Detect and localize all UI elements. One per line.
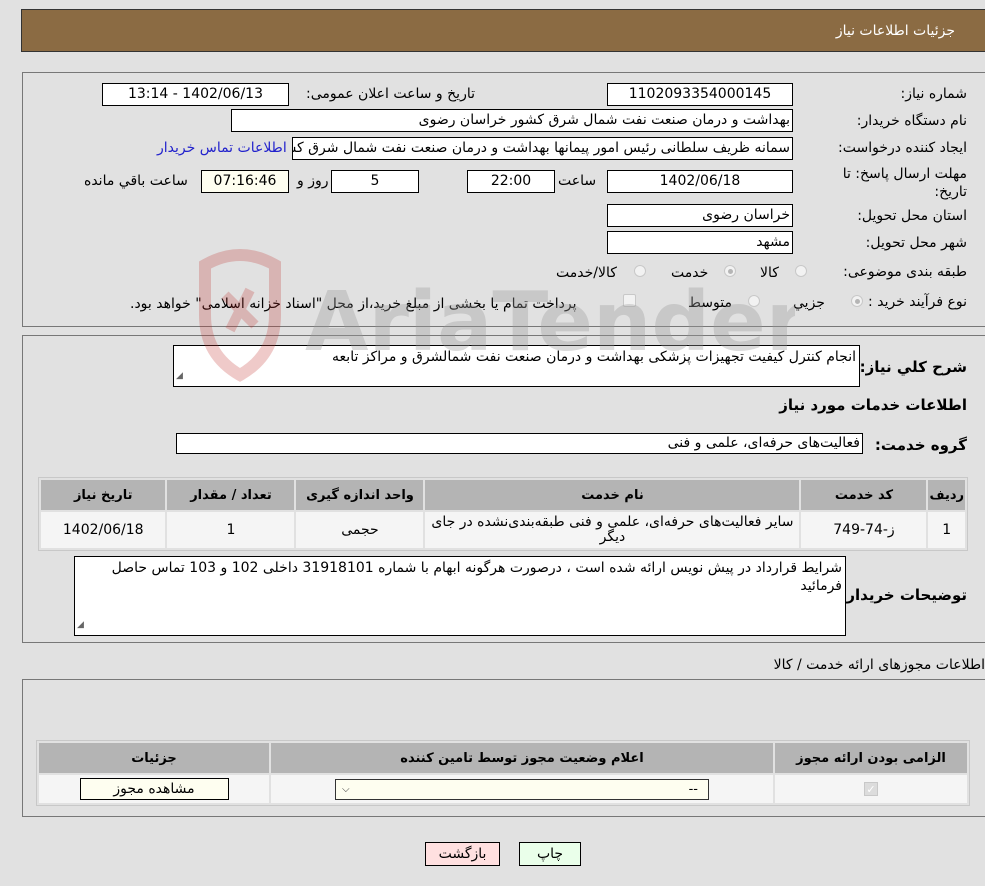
col-permit-required: الزامی بودن ارائه مجوز — [775, 743, 967, 773]
permit-status-select[interactable]: -- ⌵ — [335, 778, 709, 800]
resize-grip-icon[interactable]: ◢ — [77, 616, 84, 634]
col-permit-details: جزئیات — [39, 743, 269, 773]
cell-need-date: 1402/06/18 — [41, 512, 166, 548]
col-quantity: تعداد / مقدار — [167, 480, 295, 510]
deadline-date-field[interactable]: 1402/06/18 — [607, 170, 793, 193]
cell-quantity: 1 — [167, 512, 295, 548]
permit-required-checkbox[interactable]: ✓ — [864, 782, 878, 796]
table-row: ✓ -- ⌵ مشاهده مجوز — [39, 775, 967, 803]
back-button[interactable]: بازگشت — [425, 842, 500, 866]
permits-table: الزامی بودن ارائه مجوز اعلام وضعیت مجوز … — [36, 740, 970, 806]
days-label: روز و — [297, 173, 329, 189]
deadline-label: مهلت ارسال پاسخ: تا تاریخ: — [842, 166, 967, 200]
page-header: جزئیات اطلاعات نیاز — [21, 9, 985, 52]
permit-status-value: -- — [688, 781, 698, 797]
delivery-city-label: شهر محل تحویل: — [865, 235, 967, 251]
page-title: جزئیات اطلاعات نیاز — [835, 23, 955, 39]
treasury-checkbox[interactable] — [623, 294, 636, 307]
cell-row: 1 — [928, 512, 965, 548]
delivery-city-field[interactable]: مشهد — [607, 231, 793, 254]
cell-service-name: سایر فعالیت‌های حرفه‌ای، علمی و فنی طبقه… — [425, 512, 800, 548]
need-number-field[interactable]: 1102093354000145 — [607, 83, 793, 106]
print-button[interactable]: چاپ — [519, 842, 581, 866]
deadline-time-field[interactable]: 22:00 — [467, 170, 555, 193]
col-permit-status: اعلام وضعیت مجوز توسط تامین کننده — [271, 743, 773, 773]
buyer-notes-label: توضیحات خریدار: — [840, 586, 967, 604]
announce-datetime-field[interactable]: 1402/06/13 - 13:14 — [102, 83, 289, 106]
purchase-type-option-minor: جزيي — [793, 295, 825, 311]
purchase-type-label: نوع فرآیند خرید : — [868, 294, 967, 310]
remaining-time-field[interactable]: 07:16:46 — [201, 170, 289, 193]
purchase-type-radio-medium[interactable] — [748, 295, 760, 307]
buyer-org-label: نام دستگاه خریدار: — [856, 113, 967, 129]
requester-field[interactable]: سمانه ظریف سلطانی رئیس امور پیمانها بهدا… — [292, 137, 793, 160]
buyer-contact-link[interactable]: اطلاعات تماس خریدار — [157, 140, 287, 156]
purchase-type-radio-minor[interactable] — [851, 295, 863, 307]
resize-grip-icon[interactable]: ◢ — [176, 367, 183, 385]
buyer-notes-textarea[interactable]: شرایط قرارداد در پیش نویس ارائه شده است … — [74, 556, 846, 636]
deadline-time-label: ساعت — [558, 173, 597, 189]
buyer-org-field[interactable]: بهداشت و درمان صنعت نفت شمال شرق کشور خر… — [231, 109, 793, 132]
category-radio-service[interactable] — [724, 265, 736, 277]
buyer-notes-text: شرایط قرارداد در پیش نویس ارائه شده است … — [111, 560, 842, 594]
category-label: طبقه بندی موضوعی: — [843, 264, 967, 280]
category-radio-goods-service[interactable] — [634, 265, 646, 277]
col-row: ردیف — [928, 480, 965, 510]
permits-table-header: الزامی بودن ارائه مجوز اعلام وضعیت مجوز … — [39, 743, 967, 773]
col-unit: واحد اندازه گیری — [296, 480, 424, 510]
view-permit-button[interactable]: مشاهده مجوز — [79, 778, 229, 800]
cell-service-code: ز-74-749 — [801, 512, 927, 548]
delivery-province-field[interactable]: خراسان رضوی — [607, 204, 793, 227]
cell-permit-required: ✓ — [775, 775, 967, 803]
announce-datetime-label: تاریخ و ساعت اعلان عمومی: — [306, 86, 475, 102]
table-row: 1 ز-74-749 سایر فعالیت‌های حرفه‌ای، علمی… — [41, 512, 965, 548]
need-number-label: شماره نیاز: — [900, 86, 968, 102]
col-service-code: کد خدمت — [801, 480, 927, 510]
service-group-field[interactable]: فعالیت‌های حرفه‌ای، علمی و فنی — [176, 433, 863, 454]
permits-section-title: اطلاعات مجوزهای ارائه خدمت / کالا — [773, 657, 985, 673]
remaining-label: ساعت باقي مانده — [84, 173, 188, 189]
chevron-down-icon: ⌵ — [342, 783, 350, 795]
col-need-date: تاریخ نیاز — [41, 480, 166, 510]
category-radio-goods[interactable] — [795, 265, 807, 277]
category-option-goods-service: کالا/خدمت — [556, 265, 617, 281]
remaining-days-field[interactable]: 5 — [331, 170, 419, 193]
delivery-province-label: استان محل تحویل: — [857, 208, 967, 224]
cell-permit-status: -- ⌵ — [271, 775, 773, 803]
cell-unit: حجمی — [296, 512, 424, 548]
category-option-goods: کالا — [760, 265, 779, 281]
summary-label: شرح کلي نياز: — [859, 358, 967, 376]
services-section-title: اطلاعات خدمات مورد نیاز — [779, 396, 967, 414]
col-service-name: نام خدمت — [425, 480, 800, 510]
requester-label: ایجاد کننده درخواست: — [838, 140, 967, 156]
summary-textarea[interactable]: انجام کنترل کیفیت تجهیزات پزشکی بهداشت و… — [173, 345, 860, 387]
category-option-service: خدمت — [671, 265, 709, 281]
service-group-label: گروه خدمت: — [874, 436, 967, 454]
services-table: ردیف کد خدمت نام خدمت واحد اندازه گیری ت… — [38, 477, 968, 551]
cell-permit-details: مشاهده مجوز — [39, 775, 269, 803]
summary-text: انجام کنترل کیفیت تجهیزات پزشکی بهداشت و… — [332, 349, 856, 365]
services-table-header: ردیف کد خدمت نام خدمت واحد اندازه گیری ت… — [41, 480, 965, 510]
purchase-type-option-medium: متوسط — [688, 295, 732, 311]
treasury-note: پرداخت تمام یا بخشی از مبلغ خرید،از محل … — [130, 296, 577, 312]
